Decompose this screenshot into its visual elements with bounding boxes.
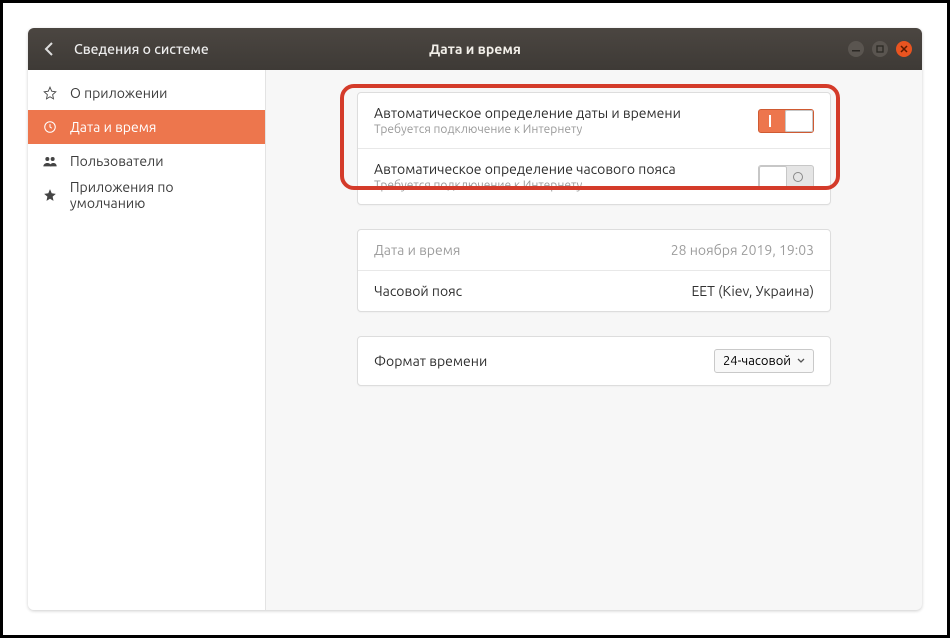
back-button[interactable] <box>38 38 60 60</box>
sidebar-item-users[interactable]: Пользователи <box>28 144 265 178</box>
settings-window: Сведения о системе Дата и время <box>28 28 922 610</box>
datetime-value: 28 ноября 2019, 19:03 <box>671 242 814 258</box>
auto-settings-panel: Автоматическое определение даты и времен… <box>357 92 831 205</box>
sidebar-item-default-apps[interactable]: Приложения по умолчанию <box>28 178 265 212</box>
auto-timezone-row: Автоматическое определение часового пояс… <box>358 148 830 204</box>
star-outline-icon <box>42 85 58 101</box>
sidebar: О приложении Дата и время Пользователи <box>28 70 266 610</box>
auto-timezone-toggle[interactable] <box>758 165 814 189</box>
auto-datetime-toggle[interactable] <box>758 109 814 133</box>
header-breadcrumb[interactable]: Сведения о системе <box>74 41 209 57</box>
star-icon <box>42 187 58 203</box>
chevron-down-icon <box>797 358 805 364</box>
minimize-icon <box>852 45 860 53</box>
sidebar-item-label: О приложении <box>70 85 167 101</box>
maximize-icon <box>876 45 884 53</box>
sidebar-item-datetime[interactable]: Дата и время <box>28 110 265 144</box>
info-panel: Дата и время 28 ноября 2019, 19:03 Часов… <box>357 229 831 312</box>
timezone-row[interactable]: Часовой пояс EET (Kiev, Украина) <box>358 270 830 311</box>
window-controls <box>848 41 912 57</box>
close-button[interactable] <box>896 41 912 57</box>
time-format-dropdown[interactable]: 24-часовой <box>714 349 814 373</box>
users-icon <box>42 153 58 169</box>
datetime-label: Дата и время <box>374 242 460 258</box>
maximize-button[interactable] <box>872 41 888 57</box>
content-area: Автоматическое определение даты и времен… <box>266 70 922 610</box>
timezone-label: Часовой пояс <box>374 283 462 299</box>
auto-timezone-subtitle: Требуется подключение к Интернету <box>374 179 676 192</box>
sidebar-item-label: Приложения по умолчанию <box>70 179 251 211</box>
auto-datetime-subtitle: Требуется подключение к Интернету <box>374 123 681 136</box>
screenshot-frame: Сведения о системе Дата и время <box>0 0 950 638</box>
sidebar-item-about[interactable]: О приложении <box>28 76 265 110</box>
time-format-value: 24-часовой <box>723 354 791 368</box>
datetime-row: Дата и время 28 ноября 2019, 19:03 <box>358 230 830 270</box>
time-format-label: Формат времени <box>374 353 487 369</box>
time-format-row: Формат времени 24-часовой <box>358 337 830 385</box>
format-panel: Формат времени 24-часовой <box>357 336 831 386</box>
timezone-value: EET (Kiev, Украина) <box>691 283 814 299</box>
sidebar-item-label: Пользователи <box>70 153 164 169</box>
chevron-left-icon <box>44 42 54 56</box>
window-title: Дата и время <box>429 41 521 57</box>
sidebar-item-label: Дата и время <box>70 119 156 135</box>
auto-datetime-row: Автоматическое определение даты и времен… <box>358 93 830 148</box>
titlebar: Сведения о системе Дата и время <box>28 28 922 70</box>
auto-timezone-title: Автоматическое определение часового пояс… <box>374 161 676 177</box>
close-icon <box>900 45 908 53</box>
clock-icon <box>42 119 58 135</box>
auto-datetime-title: Автоматическое определение даты и времен… <box>374 105 681 121</box>
minimize-button[interactable] <box>848 41 864 57</box>
